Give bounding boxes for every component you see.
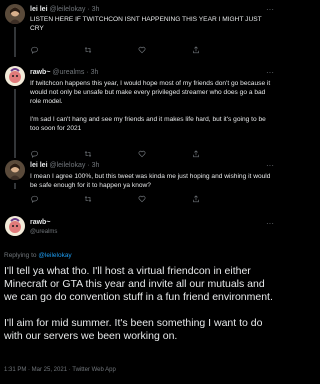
- more-icon[interactable]: ···: [266, 6, 274, 14]
- reply-button[interactable]: [30, 46, 84, 54]
- share-icon: [193, 46, 199, 54]
- tweet-header: lei lei @leilelokay · 3h: [30, 5, 99, 14]
- like-button[interactable]: [138, 150, 192, 158]
- display-name[interactable]: rawb~: [30, 69, 50, 76]
- replying-to-label: Replying to: [4, 252, 37, 259]
- display-name[interactable]: lei lei: [30, 6, 48, 13]
- reply-icon: [31, 195, 38, 203]
- separator: ·: [86, 69, 89, 76]
- like-button[interactable]: [138, 46, 192, 54]
- tweet-actions: [30, 150, 246, 158]
- tweet-header: rawb~ @urealms · 3h: [30, 68, 98, 77]
- timestamp[interactable]: 3h: [92, 6, 100, 13]
- separator: ·: [87, 6, 90, 13]
- share-icon: [193, 195, 199, 203]
- replying-to: Replying to @leilelokay: [4, 252, 72, 259]
- more-icon[interactable]: ···: [266, 69, 274, 77]
- like-icon: [138, 46, 146, 54]
- avatar[interactable]: [5, 66, 25, 86]
- separator: ·: [87, 162, 90, 169]
- timestamp[interactable]: 3h: [91, 69, 99, 76]
- thread-line: [14, 89, 16, 158]
- tweet-actions: [30, 46, 246, 54]
- handle[interactable]: @leilelokay: [49, 6, 85, 13]
- tweet-header: lei lei @leilelokay · 3h: [30, 161, 99, 170]
- reply-button[interactable]: [30, 195, 84, 203]
- timestamp[interactable]: 3h: [92, 162, 100, 169]
- share-button[interactable]: [192, 46, 246, 54]
- display-name[interactable]: rawb~: [30, 219, 50, 226]
- handle[interactable]: @leilelokay: [49, 162, 85, 169]
- reply-icon: [31, 46, 38, 54]
- share-button[interactable]: [192, 195, 246, 203]
- retweet-icon: [84, 196, 92, 202]
- more-icon[interactable]: ···: [266, 220, 274, 228]
- handle[interactable]: @urealms: [30, 229, 57, 235]
- share-icon: [193, 150, 199, 158]
- like-icon: [138, 195, 146, 203]
- reply-icon: [31, 150, 38, 158]
- thread-line: [14, 183, 16, 189]
- thread-line: [14, 27, 16, 57]
- tweet-actions: [30, 195, 246, 203]
- tweet-text: If twitchcon happens this year, I would …: [30, 80, 271, 132]
- retweet-button[interactable]: [84, 150, 138, 158]
- retweet-button[interactable]: [84, 46, 138, 54]
- handle[interactable]: @urealms: [52, 69, 84, 76]
- tweet-text: I'll tell ya what tho. I'll host a virtu…: [4, 265, 273, 342]
- tweet-timestamp-source[interactable]: 1:31 PM · Mar 25, 2021 · Twitter Web App: [4, 367, 116, 373]
- tweet-text: I mean I agree 100%, but this tweet was …: [30, 173, 271, 189]
- retweet-button[interactable]: [84, 195, 138, 203]
- tweet-text: LISTEN HERE IF TWITCHCON ISNT HAPPENING …: [30, 16, 262, 32]
- reply-button[interactable]: [30, 150, 84, 158]
- more-icon[interactable]: ···: [266, 162, 274, 170]
- share-button[interactable]: [192, 150, 246, 158]
- display-name[interactable]: lei lei: [30, 162, 48, 169]
- avatar[interactable]: [5, 160, 25, 180]
- mention-link[interactable]: @leilelokay: [38, 252, 71, 259]
- like-button[interactable]: [138, 195, 192, 203]
- avatar[interactable]: [5, 4, 25, 24]
- like-icon: [138, 150, 146, 158]
- avatar[interactable]: [5, 216, 25, 236]
- retweet-icon: [84, 47, 92, 53]
- retweet-icon: [84, 151, 92, 157]
